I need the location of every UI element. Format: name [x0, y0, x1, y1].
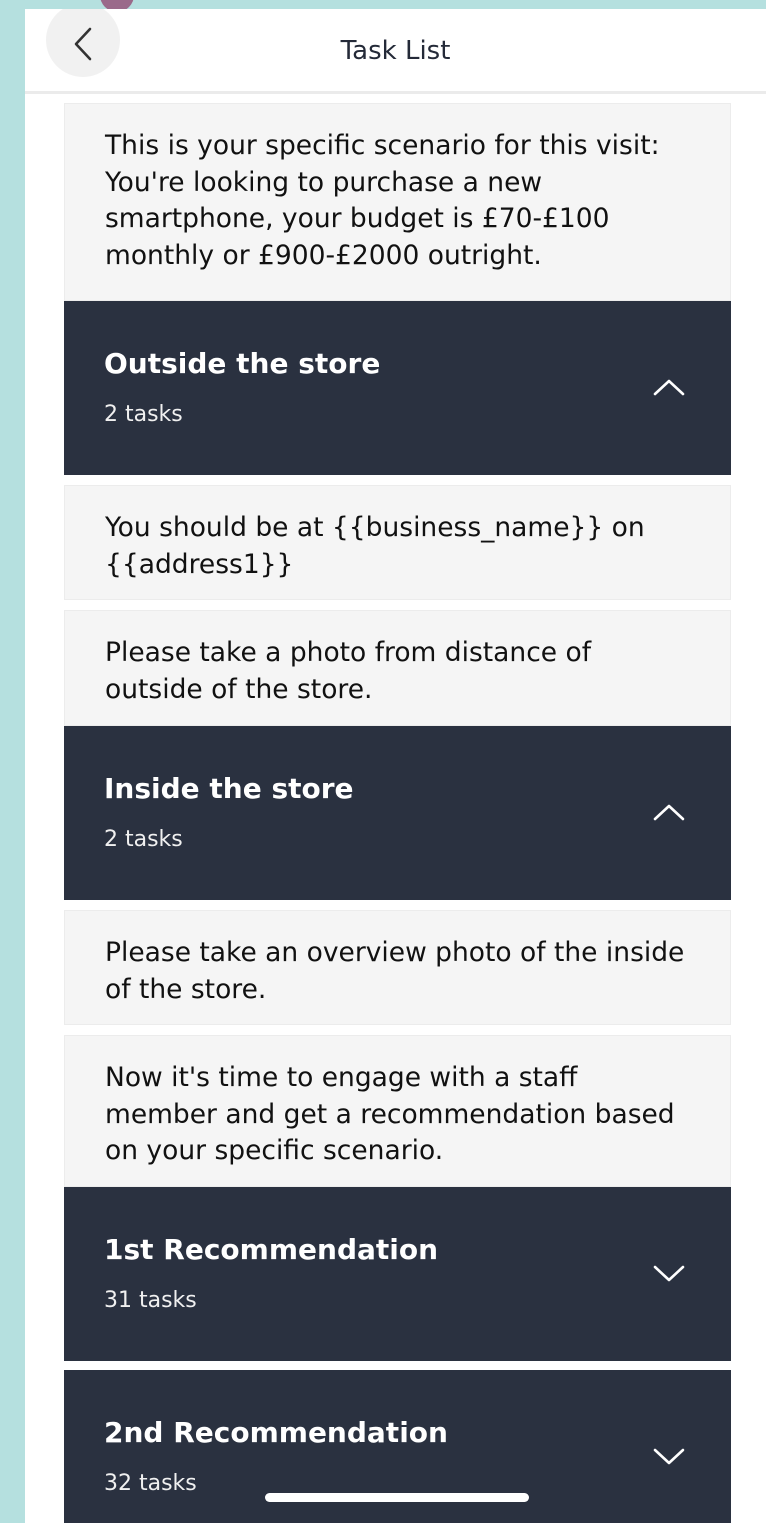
task-item[interactable]: Please take an overview photo of the ins…	[64, 910, 731, 1025]
section-task-count: 31 tasks	[104, 1288, 197, 1313]
section-task-count: 2 tasks	[104, 402, 183, 427]
task-text: Please take an overview photo of the ins…	[105, 937, 685, 1005]
task-list: This is your specific scenario for this …	[64, 103, 731, 1523]
chevron-down-icon	[653, 1265, 685, 1282]
section-title: Outside the store	[104, 347, 381, 380]
chevron-up-icon	[653, 379, 685, 396]
scenario-card: This is your specific scenario for this …	[64, 103, 731, 301]
task-text: Please take a photo from distance of out…	[105, 637, 592, 705]
chevron-up-icon	[653, 804, 685, 821]
scenario-text: This is your specific scenario for this …	[105, 130, 660, 271]
task-item[interactable]: Please take a photo from distance of out…	[64, 610, 731, 726]
section-header-outside-store[interactable]: Outside the store 2 tasks	[64, 301, 731, 475]
section-header-inside-store[interactable]: Inside the store 2 tasks	[64, 726, 731, 900]
page-title: Task List	[340, 36, 451, 66]
chevron-down-icon	[653, 1448, 685, 1465]
task-text: You should be at {{business_name}} on {{…	[105, 512, 645, 580]
section-title: 1st Recommendation	[104, 1233, 439, 1266]
task-item[interactable]: Now it's time to engage with a staff mem…	[64, 1035, 731, 1187]
app-header: Task List	[25, 9, 766, 94]
home-indicator[interactable]	[265, 1493, 529, 1502]
section-title: Inside the store	[104, 772, 354, 805]
task-item[interactable]: You should be at {{business_name}} on {{…	[64, 485, 731, 600]
task-text: Now it's time to engage with a staff mem…	[105, 1062, 675, 1166]
section-task-count: 2 tasks	[104, 827, 183, 852]
section-header-1st-recommendation[interactable]: 1st Recommendation 31 tasks	[64, 1187, 731, 1361]
section-title: 2nd Recommendation	[104, 1416, 448, 1449]
phone-screen: Task List This is your specific scenario…	[25, 9, 766, 1523]
